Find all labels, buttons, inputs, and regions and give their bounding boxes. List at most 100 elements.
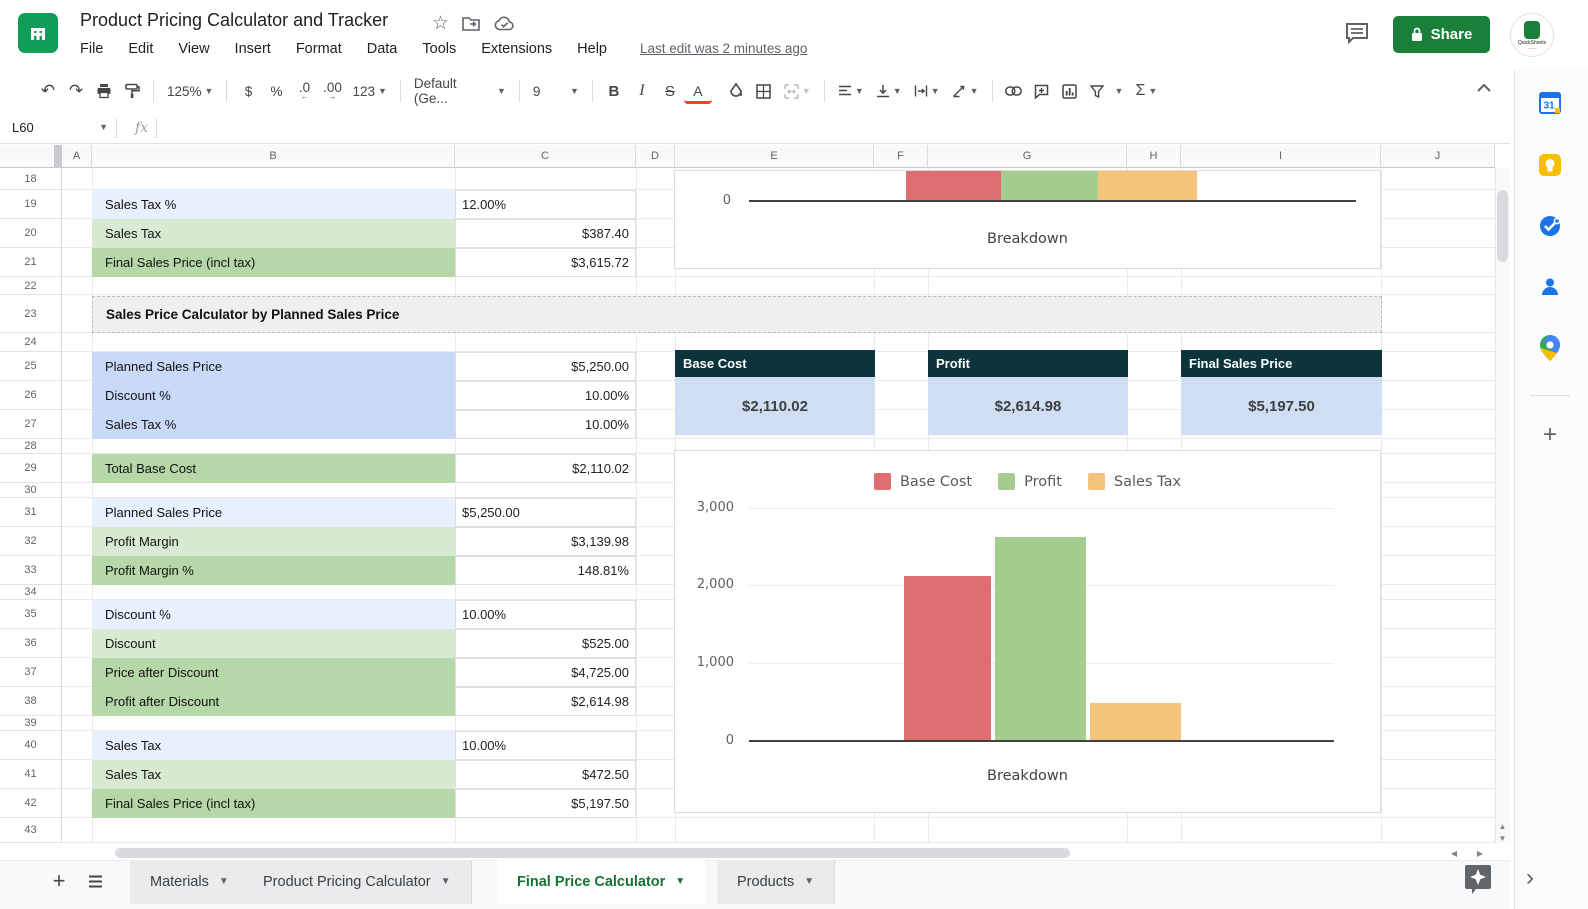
- scroll-up-button[interactable]: ▲: [1495, 820, 1510, 832]
- cell-B26[interactable]: Discount %: [92, 381, 455, 410]
- cell-C29[interactable]: $2,110.02: [455, 454, 636, 483]
- column-header-G[interactable]: G: [928, 145, 1127, 168]
- column-header-H[interactable]: H: [1127, 145, 1181, 168]
- filter-button[interactable]: ▼: [1084, 77, 1130, 105]
- account-avatar[interactable]: QuickSheets ────: [1510, 13, 1554, 57]
- menu-format[interactable]: Format: [296, 41, 342, 57]
- insert-link-button[interactable]: [1000, 77, 1028, 105]
- kpi-card-final-sales-price[interactable]: Final Sales Price $5,197.50: [1181, 350, 1382, 435]
- column-header-D[interactable]: D: [636, 145, 675, 168]
- row-header-20[interactable]: 20: [0, 219, 62, 248]
- breakdown-chart-main[interactable]: Base Cost Profit Sales Tax 3,000 2,000 1…: [674, 450, 1381, 813]
- row-header-22[interactable]: 22: [0, 277, 62, 295]
- vertical-align-button[interactable]: ▼: [870, 77, 908, 105]
- menu-extensions[interactable]: Extensions: [481, 41, 552, 57]
- menu-help[interactable]: Help: [577, 41, 607, 57]
- cell-section-header[interactable]: Sales Price Calculator by Planned Sales …: [92, 296, 1382, 333]
- decrease-decimals-button[interactable]: .0←: [290, 77, 318, 105]
- cell-C20[interactable]: $387.40: [455, 219, 636, 248]
- open-comments-button[interactable]: [1344, 20, 1370, 51]
- cell-B21[interactable]: Final Sales Price (incl tax): [92, 248, 455, 277]
- cell-B40[interactable]: Sales Tax: [92, 731, 455, 760]
- row-header-28[interactable]: 28: [0, 439, 62, 454]
- zoom-select[interactable]: 125%▼: [161, 77, 219, 105]
- cell-C33[interactable]: 148.81%: [455, 556, 636, 585]
- cell-C41[interactable]: $472.50: [455, 760, 636, 789]
- row-header-29[interactable]: 29: [0, 454, 62, 483]
- row-header-34[interactable]: 34: [0, 585, 62, 600]
- cell-B33[interactable]: Profit Margin %: [92, 556, 455, 585]
- column-header-C[interactable]: C: [455, 145, 636, 168]
- cell-B38[interactable]: Profit after Discount: [92, 687, 455, 716]
- tab-products[interactable]: Products▼: [717, 860, 835, 904]
- move-folder-icon[interactable]: [462, 16, 481, 32]
- row-header-43[interactable]: 43: [0, 818, 62, 843]
- cell-C38[interactable]: $2,614.98: [455, 687, 636, 716]
- cell-B29[interactable]: Total Base Cost: [92, 454, 455, 483]
- contacts-app-button[interactable]: [1528, 272, 1572, 302]
- fill-color-button[interactable]: [722, 77, 750, 105]
- cell-B37[interactable]: Price after Discount: [92, 658, 455, 687]
- keep-app-button[interactable]: [1528, 150, 1572, 180]
- add-sheet-button[interactable]: +: [46, 868, 72, 894]
- cell-C40[interactable]: 10.00%: [455, 731, 636, 760]
- formula-input[interactable]: [157, 112, 1510, 143]
- currency-format-button[interactable]: $: [234, 77, 262, 105]
- column-header-A[interactable]: A: [62, 145, 92, 168]
- last-edit-link[interactable]: Last edit was 2 minutes ago: [640, 41, 807, 57]
- get-add-ons-button[interactable]: +: [1528, 420, 1572, 450]
- merge-cells-button[interactable]: ▼: [778, 77, 817, 105]
- horizontal-scrollbar-thumb[interactable]: [115, 848, 1070, 858]
- print-button[interactable]: [90, 77, 118, 105]
- all-sheets-button[interactable]: [82, 868, 108, 894]
- breakdown-chart-top[interactable]: 0 Breakdown: [674, 170, 1381, 269]
- document-title[interactable]: Product Pricing Calculator and Tracker: [80, 10, 388, 31]
- functions-button[interactable]: Σ▼: [1129, 77, 1163, 105]
- cell-B36[interactable]: Discount: [92, 629, 455, 658]
- row-header-32[interactable]: 32: [0, 527, 62, 556]
- column-header-E[interactable]: E: [675, 145, 874, 168]
- select-all-corner[interactable]: [0, 145, 62, 168]
- cell-B20[interactable]: Sales Tax: [92, 219, 455, 248]
- bold-button[interactable]: B: [600, 77, 628, 105]
- scroll-left-button[interactable]: ◀: [1442, 846, 1466, 860]
- menu-file[interactable]: File: [80, 41, 103, 57]
- row-header-23[interactable]: 23: [0, 295, 62, 333]
- row-header-42[interactable]: 42: [0, 789, 62, 818]
- cell-B31[interactable]: Planned Sales Price: [92, 498, 455, 527]
- text-rotation-button[interactable]: ▼: [946, 77, 985, 105]
- vertical-scrollbar-thumb[interactable]: [1497, 190, 1508, 262]
- cloud-saved-icon[interactable]: [494, 16, 515, 32]
- cell-B27[interactable]: Sales Tax %: [92, 410, 455, 439]
- row-header-30[interactable]: 30: [0, 483, 62, 498]
- row-header-19[interactable]: 19: [0, 190, 62, 219]
- row-header-35[interactable]: 35: [0, 600, 62, 629]
- cell-C36[interactable]: $525.00: [455, 629, 636, 658]
- cell-B32[interactable]: Profit Margin: [92, 527, 455, 556]
- cell-B19[interactable]: Sales Tax %: [92, 190, 455, 219]
- italic-button[interactable]: I: [628, 77, 656, 105]
- menu-edit[interactable]: Edit: [128, 41, 153, 57]
- column-header-B[interactable]: B: [92, 145, 455, 168]
- percent-format-button[interactable]: %: [262, 77, 290, 105]
- kpi-card-base-cost[interactable]: Base Cost $2,110.02: [675, 350, 875, 435]
- calendar-app-button[interactable]: 31: [1528, 88, 1572, 118]
- star-icon[interactable]: ☆: [432, 12, 449, 35]
- row-header-26[interactable]: 26: [0, 381, 62, 410]
- column-header-I[interactable]: I: [1181, 145, 1381, 168]
- cell-C19[interactable]: 12.00%: [455, 190, 636, 219]
- scroll-down-button[interactable]: ▼: [1495, 832, 1510, 844]
- share-button[interactable]: Share: [1393, 16, 1490, 53]
- sheets-logo[interactable]: [18, 13, 58, 53]
- cell-C35[interactable]: 10.00%: [455, 600, 636, 629]
- paint-format-button[interactable]: [118, 77, 146, 105]
- row-header-37[interactable]: 37: [0, 658, 62, 687]
- cell-C27[interactable]: 10.00%: [455, 410, 636, 439]
- column-header-F[interactable]: F: [874, 145, 928, 168]
- row-header-41[interactable]: 41: [0, 760, 62, 789]
- maps-app-button[interactable]: [1528, 333, 1572, 363]
- strikethrough-button[interactable]: S: [656, 77, 684, 105]
- cell-B35[interactable]: Discount %: [92, 600, 455, 629]
- tab-materials[interactable]: Materials▼: [130, 860, 250, 904]
- cell-B25[interactable]: Planned Sales Price: [92, 352, 455, 381]
